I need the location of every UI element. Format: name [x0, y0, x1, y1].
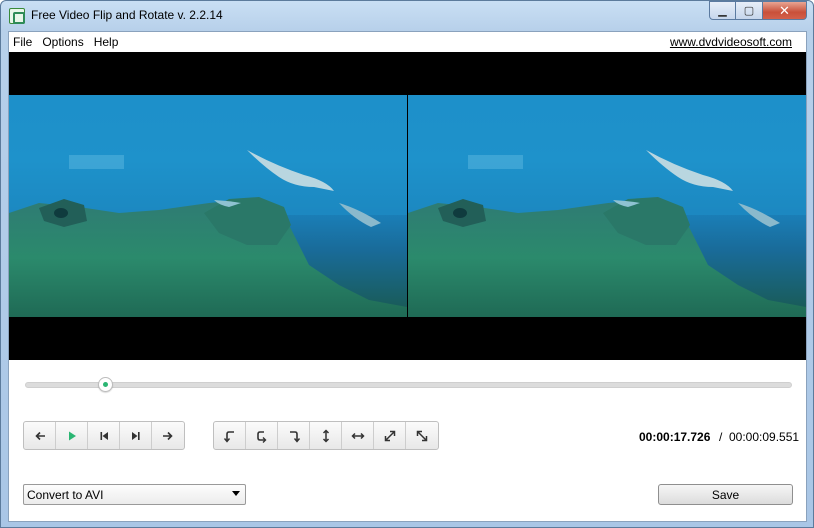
anti-diagonal-flip-button[interactable] [406, 422, 438, 449]
previous-frame-button[interactable] [24, 422, 56, 449]
play-icon [68, 431, 76, 440]
rotate-180-icon [256, 430, 266, 443]
flip-vertical-button[interactable] [310, 422, 342, 449]
maximize-button[interactable]: ▢ [736, 1, 763, 20]
minimize-button[interactable]: ▁ [709, 1, 736, 20]
rotate-180-button[interactable] [246, 422, 278, 449]
video-preview-area [9, 52, 806, 360]
rotate-left-icon [223, 430, 234, 443]
title-bar[interactable]: Free Video Flip and Rotate v. 2.2.14 ▁ ▢… [1, 1, 813, 31]
total-time: 00:00:09.551 [729, 430, 800, 444]
current-time: 00:00:17.726 [639, 430, 711, 444]
menu-help[interactable]: Help [89, 35, 124, 49]
arrow-right-icon [163, 431, 173, 440]
rotate-left-button[interactable] [214, 422, 246, 449]
playback-controls [23, 421, 185, 450]
diagonal-flip-icon [384, 430, 395, 441]
output-format-value: Convert to AVI [27, 488, 104, 502]
transform-controls [213, 421, 439, 450]
close-button[interactable]: ✕ [763, 1, 807, 20]
arrow-left-icon [34, 431, 45, 440]
rotate-right-icon [289, 430, 300, 443]
next-frame-button[interactable] [152, 422, 184, 449]
diagonal-flip-button[interactable] [374, 422, 406, 449]
client-area: File Options Help www.dvdvideosoft.com 0… [8, 31, 807, 522]
save-button[interactable]: Save [658, 484, 793, 505]
window-controls: ▁ ▢ ✕ [709, 1, 807, 21]
output-format-select[interactable]: Convert to AVI [23, 484, 246, 505]
seek-slider-thumb[interactable] [98, 377, 114, 392]
anti-diagonal-flip-icon [416, 430, 428, 441]
menu-file[interactable]: File [9, 35, 37, 49]
go-to-start-button[interactable] [88, 422, 120, 449]
skip-start-icon [100, 431, 108, 440]
window-title: Free Video Flip and Rotate v. 2.2.14 [31, 8, 223, 22]
go-to-end-button[interactable] [120, 422, 152, 449]
flip-vertical-icon [322, 428, 329, 443]
menu-options[interactable]: Options [37, 35, 88, 49]
time-separator: / [719, 430, 723, 444]
skip-end-icon [131, 431, 140, 440]
original-video-preview [9, 95, 407, 317]
menu-bar: File Options Help www.dvdvideosoft.com [9, 32, 806, 52]
play-button[interactable] [56, 422, 88, 449]
flip-horizontal-icon [350, 432, 365, 439]
app-window: Free Video Flip and Rotate v. 2.2.14 ▁ ▢… [0, 0, 814, 528]
flip-horizontal-button[interactable] [342, 422, 374, 449]
website-link[interactable]: www.dvdvideosoft.com [670, 35, 792, 49]
rotate-right-button[interactable] [278, 422, 310, 449]
chevron-down-icon [232, 491, 240, 496]
rotated-video-preview [408, 95, 806, 317]
app-icon [9, 8, 25, 24]
seek-slider-track[interactable] [25, 382, 792, 388]
